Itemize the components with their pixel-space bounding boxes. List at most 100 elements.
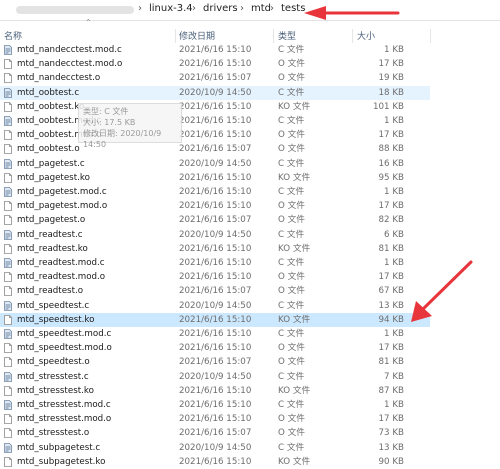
file-size: 19 KB <box>378 73 404 84</box>
file-row[interactable]: mtd_speedtest.mod.o 2021/6/16 15:10 O 文件 17… <box>0 341 430 355</box>
file-name: mtd_pagetest.ko <box>17 172 90 183</box>
file-row[interactable]: mtd_stresstest.o 2021/6/16 15:07 O 文件 73 KB <box>0 426 430 440</box>
file-name: mtd_readtest.o <box>17 286 84 297</box>
generic-file-icon <box>4 101 12 112</box>
c-source-file-icon <box>4 329 12 339</box>
file-type: KO 文件 <box>278 314 311 325</box>
file-modified-date: 2020/10/9 14:50 <box>179 87 252 98</box>
file-modified-date: 2020/10/9 14:50 <box>179 371 252 382</box>
file-size: 1 KB <box>384 258 404 268</box>
chevron-right-icon[interactable]: › <box>192 3 196 14</box>
file-row[interactable]: mtd_speedtest.o 2021/6/16 15:07 O 文件 81 KB <box>0 355 430 369</box>
file-size: 7 KB <box>384 371 404 382</box>
file-row[interactable]: mtd_speedtest.c 2020/10/9 14:50 C 文件 13 KB <box>0 299 430 313</box>
file-name: mtd_nandecctest.o <box>17 73 101 84</box>
file-modified-date: 2021/6/16 15:10 <box>179 59 252 70</box>
file-row[interactable]: mtd_stresstest.ko 2021/6/16 15:10 KO 文件 87 … <box>0 384 430 398</box>
column-type[interactable]: 类型 <box>278 29 296 42</box>
file-row[interactable]: mtd_nandecctest.o 2021/6/16 15:07 O 文件 19 K… <box>0 71 430 85</box>
generic-file-icon <box>4 243 12 254</box>
generic-file-icon <box>4 215 12 226</box>
c-source-file-icon <box>4 229 12 240</box>
column-name[interactable]: 名称 <box>4 29 22 42</box>
file-name: mtd_oobtest.c <box>17 87 80 98</box>
breadcrumb-mtd[interactable]: mtd <box>251 3 271 14</box>
file-name: mtd_speedtest.mod.c <box>17 329 112 339</box>
file-row[interactable]: mtd_stresstest.c 2020/10/9 14:50 C 文件 7 KB <box>0 370 430 384</box>
file-info-tooltip: 类型: C 文件 大小: 17.5 KB 修改日期: 2020/10/9 14:… <box>78 103 182 149</box>
file-row[interactable]: mtd_readtest.mod.c 2021/6/16 15:10 C 文件 1 K… <box>0 256 430 270</box>
file-size: 17 KB <box>378 130 404 141</box>
column-modified[interactable]: 修改日期 <box>179 29 215 42</box>
file-size: 94 KB <box>378 314 404 325</box>
file-row[interactable]: mtd_pagetest.c 2020/10/9 14:50 C 文件 16 KB <box>0 157 430 171</box>
chevron-right-icon[interactable]: › <box>138 3 142 14</box>
chevron-right-icon[interactable]: › <box>240 3 244 14</box>
file-row[interactable]: mtd_speedtest.ko 2021/6/16 15:10 KO 文件 94 K… <box>0 312 430 327</box>
file-name: mtd_stresstest.c <box>17 371 89 382</box>
file-row[interactable]: mtd_oobtest.mod.c 2021/6/16 15:10 C 文件 1 KB <box>0 114 430 128</box>
file-size: 13 KB <box>378 300 404 311</box>
column-divider[interactable] <box>430 29 431 43</box>
file-row[interactable]: mtd_pagetest.ko 2021/6/16 15:10 KO 文件 95 KB <box>0 171 430 185</box>
file-row[interactable]: mtd_nandecctest.mod.o 2021/6/16 15:10 O 文件… <box>0 57 430 71</box>
file-type: C 文件 <box>278 400 305 410</box>
file-row[interactable]: mtd_oobtest.mod.o 2021/6/16 15:10 O 文件 17 K… <box>0 128 430 142</box>
address-bar[interactable]: › linux-3.4 › drivers › mtd › tests <box>0 0 500 21</box>
file-modified-date: 2021/6/16 15:07 <box>179 73 252 84</box>
file-name: mtd_readtest.c <box>17 229 83 240</box>
column-size[interactable]: 大小 <box>357 29 375 42</box>
file-type: KO 文件 <box>278 385 311 396</box>
file-modified-date: 2021/6/16 15:10 <box>179 400 252 410</box>
file-row[interactable]: mtd_speedtest.mod.c 2021/6/16 15:10 C 文件 1 … <box>0 327 430 341</box>
file-row[interactable]: mtd_readtest.o 2021/6/16 15:07 O 文件 67 KB <box>0 284 430 298</box>
file-size: 17 KB <box>378 201 404 212</box>
file-row[interactable]: mtd_readtest.mod.o 2021/6/16 15:10 O 文件 17 … <box>0 270 430 284</box>
file-type: O 文件 <box>278 272 305 283</box>
file-size: 18 KB <box>378 87 404 98</box>
file-size: 67 KB <box>378 286 404 297</box>
redacted-path-segment <box>16 6 134 14</box>
file-size: 1 KB <box>384 45 404 55</box>
column-divider[interactable] <box>352 29 353 43</box>
file-size: 6 KB <box>384 229 404 240</box>
file-row[interactable]: mtd_oobtest.ko 2021/6/16 15:10 KO 文件 101 KB <box>0 100 430 114</box>
breadcrumb-drivers[interactable]: drivers <box>203 3 238 14</box>
file-type: C 文件 <box>278 87 305 98</box>
file-size: 95 KB <box>378 172 404 183</box>
c-source-file-icon <box>4 158 12 169</box>
column-divider[interactable] <box>175 29 176 43</box>
column-divider[interactable] <box>273 29 274 43</box>
generic-file-icon <box>4 456 12 467</box>
file-modified-date: 2021/6/16 15:10 <box>179 314 252 325</box>
generic-file-icon <box>4 286 12 297</box>
file-row[interactable]: mtd_stresstest.mod.c 2021/6/16 15:10 C 文件 1… <box>0 398 430 412</box>
chevron-right-icon[interactable]: › <box>270 3 274 14</box>
file-modified-date: 2020/10/9 14:50 <box>179 300 252 311</box>
file-size: 81 KB <box>378 243 404 254</box>
file-row[interactable]: mtd_readtest.ko 2021/6/16 15:10 KO 文件 81 KB <box>0 242 430 256</box>
c-source-file-icon <box>4 45 12 55</box>
file-row[interactable]: mtd_subpagetest.c 2020/10/9 14:50 C 文件 13 K… <box>0 441 430 455</box>
file-type: C 文件 <box>278 371 305 382</box>
file-row[interactable]: mtd_oobtest.c 2020/10/9 14:50 C 文件 18 KB <box>0 85 430 100</box>
file-name: mtd_readtest.mod.c <box>17 258 105 268</box>
file-row[interactable]: mtd_pagetest.mod.o 2021/6/16 15:10 O 文件 17 … <box>0 199 430 213</box>
file-name: mtd_speedtest.ko <box>17 314 95 325</box>
file-row[interactable]: mtd_readtest.c 2020/10/9 14:50 C 文件 6 KB <box>0 228 430 242</box>
file-modified-date: 2020/10/9 14:50 <box>179 442 252 453</box>
annotation-arrow-to-file <box>411 260 473 322</box>
breadcrumb-linux[interactable]: linux-3.4 <box>149 3 193 14</box>
file-row[interactable]: mtd_pagetest.o 2021/6/16 15:07 O 文件 82 KB <box>0 213 430 227</box>
file-modified-date: 2021/6/16 15:10 <box>179 272 252 283</box>
c-source-file-icon <box>4 442 12 453</box>
file-row[interactable]: mtd_subpagetest.ko 2021/6/16 15:10 KO 文件 90… <box>0 455 430 469</box>
file-row[interactable]: mtd_nandecctest.mod.c 2021/6/16 15:10 C 文件… <box>0 43 430 57</box>
sort-ascending-icon: ⌃ <box>85 18 92 27</box>
file-row[interactable]: mtd_pagetest.mod.c 2021/6/16 15:10 C 文件 1 K… <box>0 185 430 199</box>
file-row[interactable]: mtd_stresstest.mod.o 2021/6/16 15:10 O 文件 1… <box>0 412 430 426</box>
file-size: 87 KB <box>378 385 404 396</box>
file-row[interactable]: mtd_oobtest.o 2021/6/16 15:07 O 文件 88 KB <box>0 142 430 156</box>
file-modified-date: 2021/6/16 15:07 <box>179 215 252 226</box>
file-type: O 文件 <box>278 201 305 212</box>
